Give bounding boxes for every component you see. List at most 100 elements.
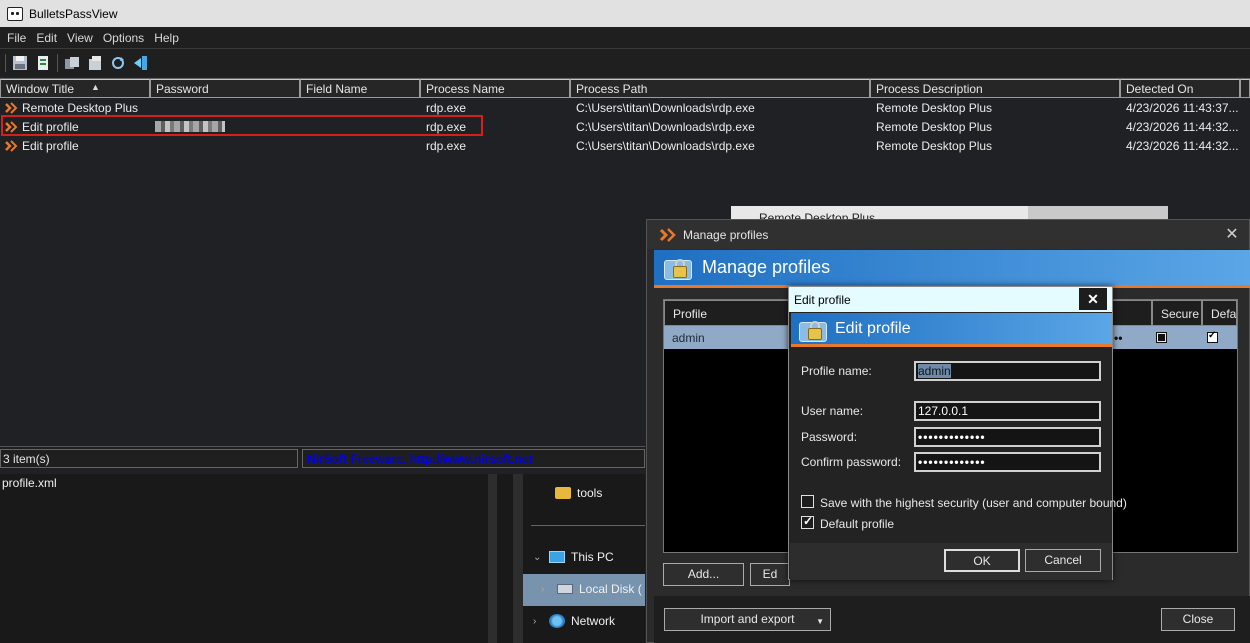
user-name-label: User name: <box>801 404 864 418</box>
column-header-label: Window Title <box>6 82 75 96</box>
rdp-app-icon <box>5 140 18 152</box>
edit-profile-button[interactable]: Ed <box>750 563 790 586</box>
chevron-right-icon[interactable]: › <box>541 584 551 595</box>
folder-icon <box>555 487 571 499</box>
close-icon[interactable]: ✕ <box>1221 224 1243 246</box>
cell-process-name: rdp.exe <box>426 139 467 153</box>
column-header-window-title[interactable]: Window Title ▲ <box>0 79 150 98</box>
save-icon[interactable] <box>10 53 30 73</box>
dialog-title: Manage profiles <box>683 227 769 242</box>
app-icon <box>7 6 23 21</box>
sort-ascending-icon: ▲ <box>91 82 100 92</box>
dialog-banner: Edit profile <box>791 313 1112 347</box>
nav-item-tools[interactable]: tools <box>555 486 602 500</box>
properties-icon[interactable] <box>85 53 105 73</box>
rdp-app-icon <box>659 227 676 242</box>
title-bar: BulletsPassView <box>0 0 1250 27</box>
user-name-field[interactable]: 127.0.0.1 <box>914 401 1101 421</box>
dialog-footer: Import and export ▼ Close <box>654 596 1250 643</box>
password-label: Password: <box>801 430 858 444</box>
edit-profile-dialog: Edit profile ✕ Edit profile Profile name… <box>788 286 1127 580</box>
dialog-banner: Manage profiles <box>654 250 1250 288</box>
dialog-title-bar: Edit profile ✕ <box>789 287 1112 312</box>
menu-options[interactable]: Options <box>98 31 149 45</box>
chevron-right-icon[interactable]: › <box>533 616 543 627</box>
secure-checkbox[interactable] <box>1156 332 1167 343</box>
chevron-down-icon[interactable]: ⌄ <box>533 552 543 563</box>
profile-name-value: admin <box>918 364 951 378</box>
default-profile-checkbox[interactable] <box>801 514 814 529</box>
column-header-default[interactable]: Default <box>1202 300 1237 326</box>
dialog-title: Edit profile <box>794 293 851 307</box>
close-icon[interactable]: ✕ <box>1079 288 1107 310</box>
dropdown-arrow-icon: ▼ <box>816 617 824 626</box>
add-profile-button[interactable]: Add... <box>663 563 744 586</box>
column-header-secure[interactable]: Secure <box>1152 300 1202 326</box>
secure-checkbox[interactable] <box>801 495 814 508</box>
divider <box>531 525 645 526</box>
column-header-password[interactable]: Password <box>150 79 300 98</box>
banner-title: Manage profiles <box>702 257 831 277</box>
cell-process-path: C:\Users\titan\Downloads\rdp.exe <box>576 120 755 134</box>
nav-label: Network <box>571 614 616 628</box>
profile-name-label: Profile name: <box>801 364 872 378</box>
toolbar <box>0 48 1250 76</box>
copy-icon[interactable] <box>62 53 82 73</box>
banner-title: Edit profile <box>835 319 911 337</box>
nav-item-local-disk[interactable]: › Local Disk ( <box>541 582 642 596</box>
computer-icon <box>549 551 565 563</box>
import-export-dropdown[interactable]: Import and export ▼ <box>664 608 831 631</box>
dialog-footer: OK Cancel <box>790 543 1112 580</box>
rdp-app-icon <box>5 102 18 114</box>
column-header-filler <box>1240 79 1250 98</box>
column-header-detected-on[interactable]: Detected On <box>1120 79 1240 98</box>
profile-name-field[interactable]: admin <box>914 361 1101 381</box>
default-profile-label[interactable]: Default profile <box>820 517 894 531</box>
cell-window-title: Edit profile <box>22 139 79 153</box>
nirsoft-link[interactable]: NirSoft Freeware. http://www.nirsoft.net <box>302 449 645 468</box>
nav-item-network[interactable]: › Network <box>533 614 615 628</box>
ok-button[interactable]: OK <box>944 549 1020 572</box>
cell-detected-on: 4/23/2026 11:44:32... <box>1126 139 1239 153</box>
column-header-process-description[interactable]: Process Description <box>870 79 1120 98</box>
cell-process-description: Remote Desktop Plus <box>876 101 993 115</box>
menu-file[interactable]: File <box>2 31 31 45</box>
secure-checkbox-label[interactable]: Save with the highest security (user and… <box>820 496 1127 510</box>
table-row[interactable]: Edit profile rdp.exe C:\Users\titan\Down… <box>0 136 1250 155</box>
nav-label: tools <box>577 486 603 500</box>
html-report-icon[interactable] <box>33 53 53 73</box>
exit-icon[interactable] <box>131 53 151 73</box>
confirm-password-field[interactable]: ••••••••••••• <box>914 452 1101 472</box>
cell-window-title: Remote Desktop Plus <box>22 101 139 115</box>
menu-help[interactable]: Help <box>149 31 184 45</box>
window-title: BulletsPassView <box>29 6 118 21</box>
lock-folder-icon <box>799 316 827 342</box>
cell-process-path: C:\Users\titan\Downloads\rdp.exe <box>576 101 755 115</box>
default-checkbox[interactable] <box>1207 330 1218 343</box>
column-header-field-name[interactable]: Field Name <box>300 79 420 98</box>
disk-icon <box>557 584 573 594</box>
cell-process-description: Remote Desktop Plus <box>876 139 993 153</box>
password-field[interactable]: ••••••••••••• <box>914 427 1101 447</box>
nav-item-this-pc[interactable]: ⌄ This PC <box>533 550 614 564</box>
toolbar-separator <box>5 53 6 72</box>
column-header-process-name[interactable]: Process Name <box>420 79 570 98</box>
lock-folder-icon <box>664 254 692 282</box>
refresh-icon[interactable] <box>108 53 128 73</box>
column-header-process-path[interactable]: Process Path <box>570 79 870 98</box>
dialog-title-bar: Manage profiles ✕ <box>647 220 1249 249</box>
column-header-profile[interactable]: Profile <box>664 300 799 326</box>
cell-profile: admin <box>672 331 705 345</box>
cancel-button[interactable]: Cancel <box>1025 549 1101 572</box>
file-name[interactable]: profile.xml <box>2 476 57 490</box>
toolbar-separator <box>57 53 58 72</box>
grid-header: Window Title ▲ Password Field Name Proces… <box>0 79 1250 98</box>
menu-edit[interactable]: Edit <box>31 31 62 45</box>
row-highlight-box <box>1 115 483 136</box>
scrollbar[interactable] <box>488 474 497 643</box>
menu-view[interactable]: View <box>62 31 98 45</box>
scrollbar[interactable] <box>513 474 523 643</box>
cell-process-name: rdp.exe <box>426 101 467 115</box>
status-item-count: 3 item(s) <box>0 449 298 468</box>
close-button[interactable]: Close <box>1161 608 1235 631</box>
